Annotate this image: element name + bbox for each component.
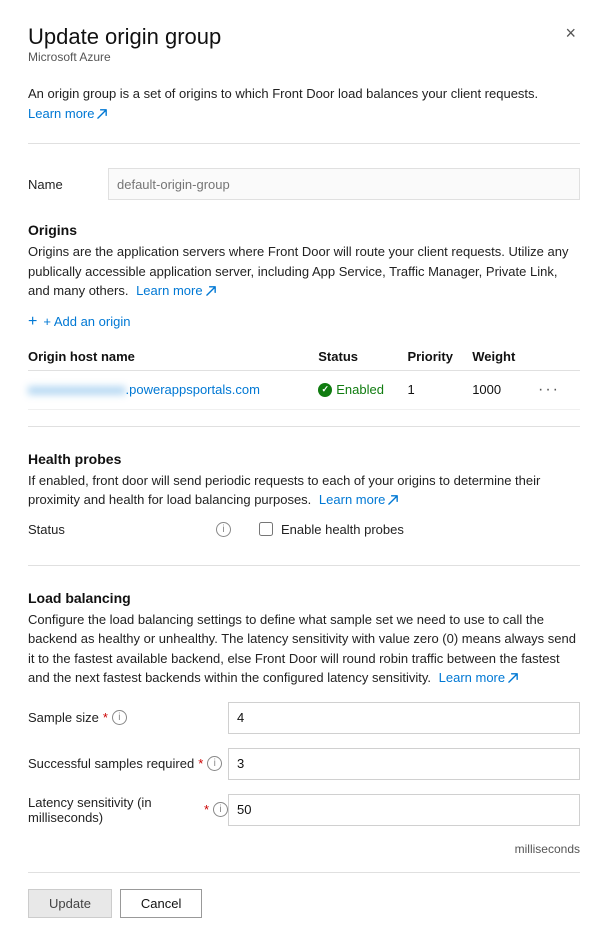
col-status: Status	[318, 345, 407, 371]
update-origin-group-panel: Update origin group Microsoft Azure × An…	[0, 0, 608, 942]
status-check-icon	[318, 383, 332, 397]
enable-health-probes-row: Enable health probes	[259, 522, 404, 537]
origins-learn-more-link[interactable]: Learn more	[136, 281, 216, 301]
health-status-label: Status	[28, 522, 208, 537]
health-probes-external-link-icon	[388, 494, 399, 505]
name-label: Name	[28, 177, 108, 192]
origin-host-blurred: xxxxxxxxxxxxxxx	[28, 382, 126, 397]
latency-label: Latency sensitivity (in milliseconds) * …	[28, 795, 228, 825]
origin-status-cell: Enabled	[318, 370, 407, 409]
successful-samples-info-icon: i	[207, 756, 222, 771]
latency-row: Latency sensitivity (in milliseconds) * …	[28, 794, 580, 826]
origins-table: Origin host name Status Priority Weight …	[28, 345, 580, 410]
title-block: Update origin group Microsoft Azure	[28, 24, 221, 80]
health-probes-learn-more-link[interactable]: Learn more	[319, 490, 399, 510]
successful-samples-row: Successful samples required * i	[28, 748, 580, 780]
origin-host-cell: xxxxxxxxxxxxxxx.powerappsportals.com	[28, 370, 318, 409]
health-probes-title: Health probes	[28, 451, 580, 467]
sample-size-info-icon: i	[112, 710, 127, 725]
divider-1	[28, 143, 580, 144]
origin-actions-cell: ···	[534, 370, 580, 409]
external-link-icon	[97, 108, 108, 119]
successful-samples-label: Successful samples required * i	[28, 756, 228, 771]
enable-health-probes-checkbox[interactable]	[259, 522, 273, 536]
sample-size-row: Sample size * i	[28, 702, 580, 734]
panel-subtitle: Microsoft Azure	[28, 50, 221, 64]
add-origin-button[interactable]: + + Add an origin	[28, 309, 580, 335]
col-priority: Priority	[407, 345, 472, 371]
latency-required: *	[204, 802, 209, 817]
successful-samples-required: *	[198, 756, 203, 771]
origin-host-suffix: .powerappsportals.com	[126, 382, 260, 397]
name-input[interactable]	[108, 168, 580, 200]
enable-health-probes-label: Enable health probes	[281, 522, 404, 537]
close-button[interactable]: ×	[561, 24, 580, 42]
health-probes-description: If enabled, front door will send periodi…	[28, 471, 580, 510]
milliseconds-label: milliseconds	[28, 842, 580, 856]
panel-footer: Update Cancel	[28, 872, 580, 918]
sample-size-input[interactable]	[228, 702, 580, 734]
intro-description: An origin group is a set of origins to w…	[28, 84, 580, 123]
col-actions	[534, 345, 580, 371]
health-status-row: Status i Enable health probes	[28, 522, 580, 537]
update-button[interactable]: Update	[28, 889, 112, 918]
origin-priority-cell: 1	[407, 370, 472, 409]
divider-2	[28, 426, 580, 427]
plus-icon: +	[28, 313, 37, 331]
latency-info-icon: i	[213, 802, 228, 817]
cancel-button[interactable]: Cancel	[120, 889, 202, 918]
panel-title: Update origin group	[28, 24, 221, 50]
panel-header: Update origin group Microsoft Azure ×	[28, 24, 580, 80]
latency-input[interactable]	[228, 794, 580, 826]
origins-external-link-icon	[206, 285, 217, 296]
divider-3	[28, 565, 580, 566]
name-row: Name	[28, 168, 580, 200]
load-balancing-description: Configure the load balancing settings to…	[28, 610, 580, 688]
origins-description: Origins are the application servers wher…	[28, 242, 580, 301]
status-enabled: Enabled	[318, 382, 399, 397]
load-balancing-learn-more-link[interactable]: Learn more	[439, 668, 519, 688]
origins-title: Origins	[28, 222, 580, 238]
sample-size-required: *	[103, 710, 108, 725]
load-balancing-title: Load balancing	[28, 590, 580, 606]
successful-samples-input[interactable]	[228, 748, 580, 780]
origin-more-button[interactable]: ···	[534, 379, 564, 401]
table-row: xxxxxxxxxxxxxxx.powerappsportals.com Ena…	[28, 370, 580, 409]
health-status-info-icon: i	[216, 522, 231, 537]
origin-weight-cell: 1000	[472, 370, 534, 409]
col-weight: Weight	[472, 345, 534, 371]
load-balancing-external-link-icon	[508, 672, 519, 683]
intro-learn-more-link[interactable]: Learn more	[28, 104, 108, 124]
sample-size-label: Sample size * i	[28, 710, 228, 725]
col-host: Origin host name	[28, 345, 318, 371]
